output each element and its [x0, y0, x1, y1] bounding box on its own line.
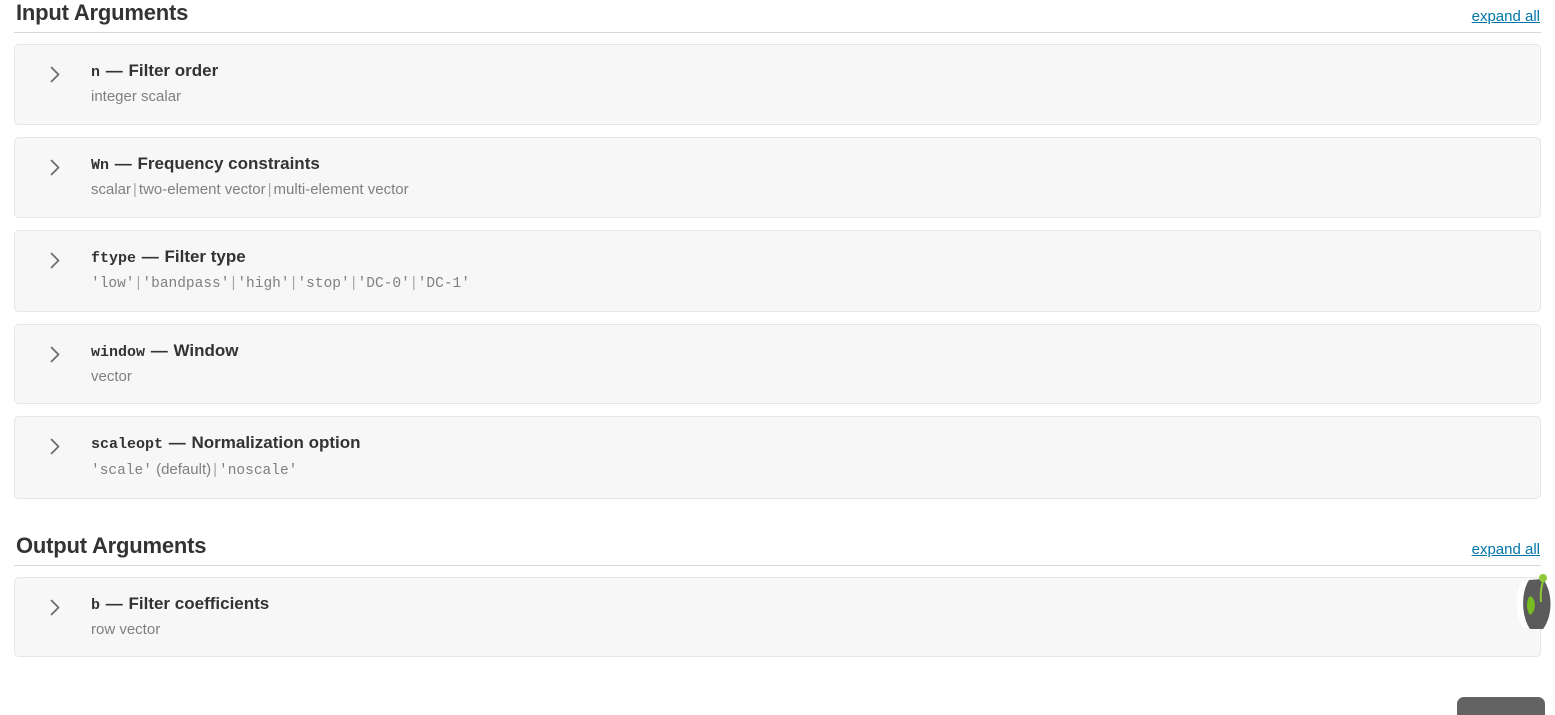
argument-type-part: 'DC-0'	[357, 275, 410, 292]
argument-title: n — Filter order	[91, 61, 1522, 82]
argument-type-part: multi-element vector	[273, 181, 409, 199]
argument-body: window — Window vector	[91, 341, 1522, 387]
argument-type-part: 'high'	[237, 275, 290, 292]
sections-container: Input Arguments expand all n — Filter orde…	[14, 0, 1541, 658]
argument-name: Wn	[91, 156, 110, 174]
expand-all-link[interactable]: expand all	[1472, 541, 1541, 559]
argument-types: 'low' |'bandpass' |'high' |'stop' | 'DC-0' | 'D…	[91, 273, 1522, 294]
argument-type-part: 'low'	[91, 275, 135, 292]
argument-types: vector	[91, 367, 1522, 387]
section-title: Input Arguments	[16, 0, 189, 25]
argument-description: Frequency constraints	[137, 153, 320, 173]
argument-types: scalar | two-element vector | multi-element …	[91, 180, 1522, 200]
argument-type-part: 'noscale'	[219, 462, 298, 479]
chevron-right-icon[interactable]	[45, 159, 65, 176]
argument-type-part: 'stop'	[297, 275, 350, 292]
argument-title: scaleopt — Normalization option	[91, 433, 1522, 454]
argument-type-part: |	[213, 460, 218, 478]
argument-separator: —	[105, 60, 123, 80]
argument-type-part: 'DC-1'	[417, 275, 470, 292]
argument-name: b	[91, 596, 101, 614]
chevron-right-icon[interactable]	[45, 346, 65, 363]
doc-arguments-page: Input Arguments expand all n — Filter orde…	[0, 0, 1555, 715]
chevron-right-icon[interactable]	[45, 438, 65, 455]
argument-separator: —	[114, 153, 132, 173]
argument-type-part: 'bandpass'	[142, 275, 230, 292]
argument-body: Wn — Frequency constraints scalar | two-ele…	[91, 154, 1522, 200]
argument-name: ftype	[91, 249, 137, 267]
argument-separator: —	[168, 433, 186, 453]
argument-description: Filter type	[164, 246, 246, 266]
argument-title: Wn — Frequency constraints	[91, 154, 1522, 175]
argument-separator: —	[105, 593, 123, 613]
argument-type-part: |	[267, 181, 272, 199]
argument-type-part: 'scale'	[91, 462, 152, 479]
section-header-input-arguments: Input Arguments expand all	[14, 0, 1541, 33]
chevron-right-icon[interactable]	[45, 252, 65, 269]
argument-types: row vector	[91, 620, 1522, 640]
argument-name: scaleopt	[91, 436, 164, 454]
argument-body: b — Filter coefficients row vector	[91, 594, 1522, 640]
argument-card-b[interactable]: b — Filter coefficients row vector	[14, 576, 1541, 658]
argument-type-part: (default)	[151, 460, 212, 478]
argument-title: b — Filter coefficients	[91, 594, 1522, 615]
argument-type-part: |	[133, 181, 137, 199]
argument-separator: —	[150, 340, 168, 360]
argument-name: window	[91, 343, 146, 361]
argument-name: n	[91, 63, 101, 81]
section-title: Output Arguments	[16, 532, 207, 558]
argument-card-Wn[interactable]: Wn — Frequency constraints scalar | two-ele…	[14, 136, 1541, 218]
argument-type-part: scalar	[91, 181, 132, 199]
argument-card-n[interactable]: n — Filter order integer scalar	[14, 43, 1541, 125]
argument-body: scaleopt — Normalization option 'scale' (…	[91, 433, 1522, 480]
argument-type-part: row vector	[91, 620, 161, 638]
argument-card-window[interactable]: window — Window vector	[14, 323, 1541, 405]
argument-title: window — Window	[91, 341, 1522, 362]
chevron-right-icon[interactable]	[45, 66, 65, 83]
argument-description: Filter order	[128, 60, 219, 80]
argument-types: 'scale' (default) |'noscale'	[91, 460, 1522, 481]
section-header-output-arguments: Output Arguments expand all	[14, 533, 1541, 566]
feedback-chat-button[interactable]	[1457, 697, 1545, 715]
argument-body: ftype — Filter type 'low' | 'bandpass' | 'hig…	[91, 247, 1522, 294]
argument-card-ftype[interactable]: ftype — Filter type 'low' | 'bandpass' | 'hig…	[14, 229, 1541, 312]
argument-card-list: b — Filter coefficients row vector	[14, 576, 1541, 658]
argument-title: ftype — Filter type	[91, 247, 1522, 268]
argument-separator: —	[141, 246, 159, 266]
argument-type-part: |	[351, 273, 356, 291]
argument-type-part: vector	[91, 367, 132, 385]
argument-type-part: |	[411, 273, 416, 291]
argument-description: Normalization option	[191, 433, 361, 453]
argument-type-part: integer scalar	[91, 88, 182, 106]
argument-description: Filter coefficients	[128, 593, 270, 613]
argument-types: integer scalar	[91, 87, 1522, 107]
chevron-right-icon[interactable]	[45, 599, 65, 616]
argument-card-list: n — Filter order integer scalar Wn — Frequ…	[14, 43, 1541, 499]
argument-type-part: two-element vector	[138, 181, 266, 199]
argument-description: Window	[173, 340, 239, 360]
argument-card-scaleopt[interactable]: scaleopt — Normalization option 'scale' (…	[14, 416, 1541, 499]
expand-all-link[interactable]: expand all	[1472, 8, 1541, 26]
argument-body: n — Filter order integer scalar	[91, 61, 1522, 107]
